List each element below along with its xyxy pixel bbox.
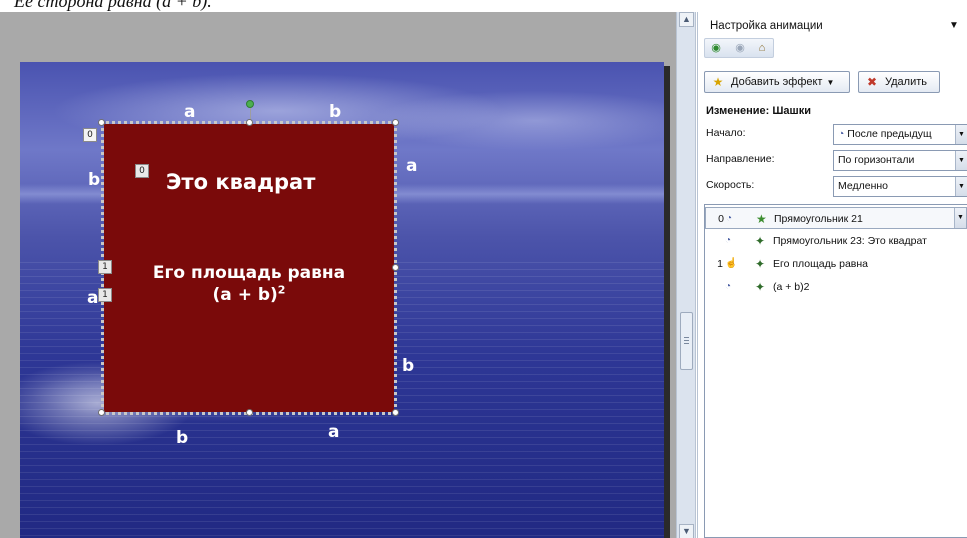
list-item-label: (a + b)2 — [773, 281, 810, 293]
list-item-label: Прямоугольник 21 — [774, 213, 863, 225]
clock-icon: ◔ — [725, 235, 732, 246]
entrance-effect-icon: ★ — [756, 212, 767, 226]
resize-handle-bottom-left[interactable] — [98, 409, 105, 416]
list-item[interactable]: 1 ☝ ✦ Его площадь равна — [705, 253, 967, 275]
effect-section-title: Изменение: Шашки — [706, 105, 811, 117]
vertical-scrollbar[interactable]: ▲ ▼ — [676, 12, 696, 538]
effect-pin-icon: ✦ — [755, 234, 766, 248]
side-label-a[interactable]: a — [184, 104, 195, 121]
list-item-label: Прямоугольник 23: Это квадрат — [773, 235, 927, 247]
direction-select[interactable]: По горизонтали ▼ — [833, 150, 967, 171]
dropdown-arrow-icon[interactable]: ▼ — [955, 125, 967, 144]
side-label-a[interactable]: a — [87, 290, 98, 307]
list-item-label: Его площадь равна — [773, 258, 869, 270]
resize-handle-top-right[interactable] — [392, 119, 399, 126]
custom-animation-pane: Настройка анимации ▼ ◉ ◉ ⌂ ★ Добавить эфф… — [697, 12, 967, 538]
scroll-down-arrow-icon[interactable]: ▼ — [679, 524, 694, 538]
resize-handle-top[interactable] — [246, 119, 253, 126]
grip-line — [684, 337, 689, 338]
scrollbar-thumb[interactable] — [680, 312, 693, 370]
square-title-text[interactable]: Это квадрат — [166, 170, 315, 194]
effect-pin-icon: ✦ — [755, 280, 766, 294]
pane-menu-icon[interactable]: ▼ — [949, 20, 959, 31]
mouse-click-icon: ☝ — [725, 258, 738, 269]
area-formula: (a + b)2 — [104, 284, 394, 306]
speed-value: Медленно — [838, 180, 889, 192]
side-label-a[interactable]: a — [406, 158, 417, 175]
add-effect-label: Добавить эффект — [731, 76, 823, 88]
animation-order-list[interactable]: 0 ◔ ★ Прямоугольник 21 ▼ ◔ ✦ Прямоугольн… — [704, 204, 967, 538]
animation-order-tag[interactable]: 0 — [83, 128, 97, 142]
area-text-line1: Его площадь равна — [152, 263, 346, 283]
direction-label: Направление: — [706, 153, 775, 165]
scroll-up-arrow-icon[interactable]: ▲ — [679, 12, 694, 27]
side-label-a[interactable]: a — [328, 424, 339, 441]
back-icon[interactable]: ◉ — [707, 41, 725, 55]
start-select[interactable]: ◔ После предыдущ ▼ — [833, 124, 967, 145]
animation-order-tag[interactable]: 0 — [135, 164, 149, 178]
remove-effect-button[interactable]: ✖ Удалить — [858, 71, 940, 93]
pane-title: Настройка анимации — [710, 20, 823, 32]
side-label-b[interactable]: b — [402, 358, 414, 375]
list-item-number: 0 — [718, 213, 724, 225]
pane-navigation: ◉ ◉ ⌂ — [704, 38, 774, 58]
list-item[interactable]: ◔ ✦ Прямоугольник 23: Это квадрат — [705, 230, 967, 252]
resize-handle-bottom-right[interactable] — [392, 409, 399, 416]
list-item[interactable]: 0 ◔ ★ Прямоугольник 21 ▼ — [705, 207, 967, 229]
home-icon[interactable]: ⌂ — [753, 41, 771, 55]
side-label-b[interactable]: b — [329, 104, 341, 121]
dropdown-arrow-icon[interactable]: ▼ — [955, 151, 967, 170]
speed-label: Скорость: — [706, 179, 755, 191]
area-text-block[interactable]: Его площадь равна (a + b)2 — [104, 262, 394, 306]
resize-handle-bottom[interactable] — [246, 409, 253, 416]
start-label: Начало: — [706, 127, 746, 139]
start-value: После предыдущ — [847, 128, 932, 140]
effect-pin-icon: ✦ — [755, 257, 766, 271]
area-formula-exponent: 2 — [277, 283, 286, 297]
add-effect-button[interactable]: ★ Добавить эффект ▼ — [704, 71, 850, 93]
remove-effect-icon: ✖ — [866, 75, 878, 89]
dropdown-arrow-icon[interactable]: ▼ — [955, 177, 967, 196]
remove-label: Удалить — [885, 76, 927, 88]
rotation-handle[interactable] — [246, 100, 254, 108]
clock-icon: ◔ — [838, 128, 845, 140]
grip-line — [684, 340, 689, 341]
dropdown-caret-icon: ▼ — [826, 78, 835, 87]
clock-icon: ◔ — [725, 281, 732, 292]
grip-line — [684, 343, 689, 344]
add-effect-star-icon: ★ — [712, 75, 724, 89]
animation-order-tag[interactable]: 1 — [98, 260, 112, 274]
side-label-b[interactable]: b — [88, 172, 100, 189]
resize-handle-top-left[interactable] — [98, 119, 105, 126]
list-item-number: 1 — [717, 258, 723, 270]
clock-icon: ◔ — [726, 213, 733, 224]
list-item[interactable]: ◔ ✦ (a + b)2 — [705, 276, 967, 298]
direction-value: По горизонтали — [838, 154, 915, 166]
speed-select[interactable]: Медленно ▼ — [833, 176, 967, 197]
powerpoint-window: Ее сторона равна (a + b). Это квадрат Ег… — [0, 0, 967, 538]
dropdown-arrow-icon[interactable]: ▼ — [954, 208, 966, 228]
pane-header: Настройка анимации ▼ — [698, 12, 967, 38]
side-label-b[interactable]: b — [176, 430, 188, 447]
area-formula-base: (a + b) — [212, 285, 278, 305]
forward-icon[interactable]: ◉ — [731, 41, 749, 55]
animation-order-tag[interactable]: 1 — [98, 288, 112, 302]
cropped-caption-text: Ее сторона равна (a + b). — [14, 0, 212, 11]
